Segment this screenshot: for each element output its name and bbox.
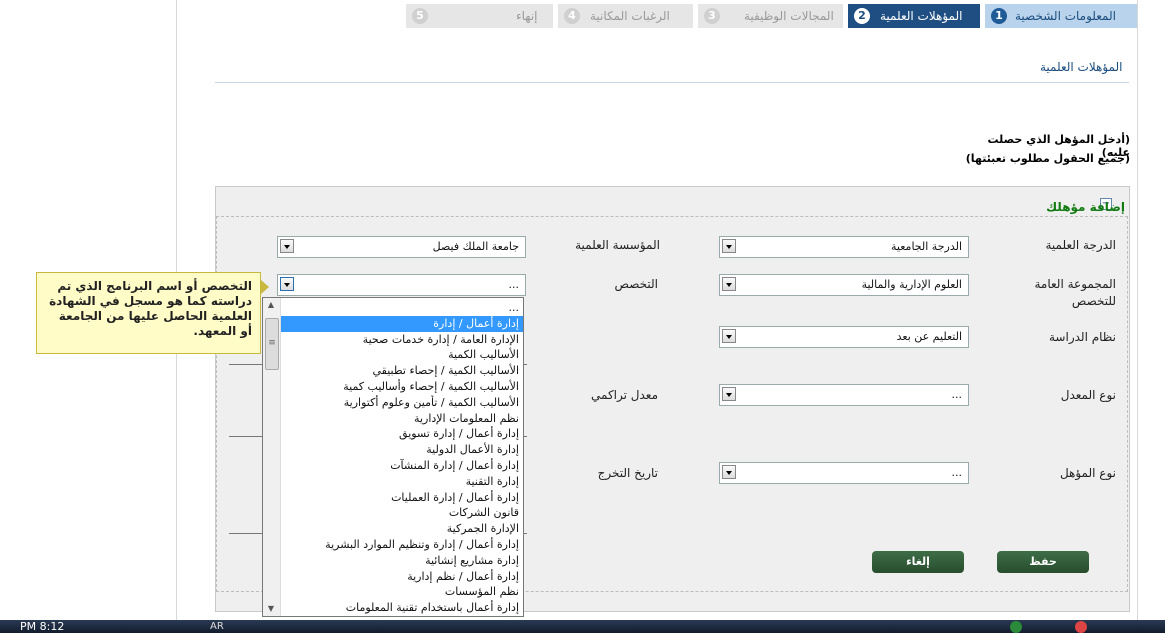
gpa-type-select[interactable]: ... (719, 384, 969, 406)
step-number: 5 (412, 8, 428, 24)
qualification-type-select[interactable]: ... (719, 462, 969, 484)
step-label: إنهاء (516, 9, 538, 23)
graduation-date-label: تاريخ التخرج (597, 466, 658, 480)
institution-select[interactable]: جامعة الملك فيصل (277, 236, 526, 258)
institution-label: المؤسسة العلمية (575, 238, 660, 252)
qualification-type-value: ... (951, 466, 963, 479)
dropdown-option[interactable]: ... (281, 300, 523, 316)
step-label: المؤهلات العلمية (880, 9, 963, 23)
dropdown-option[interactable]: إدارة أعمال / إدارة العمليات (281, 490, 523, 506)
step-number: 4 (564, 8, 580, 24)
degree-label: الدرجة العلمية (1045, 238, 1117, 252)
dropdown-option[interactable]: إدارة أعمال / إدارة (281, 315, 523, 332)
dropdown-option[interactable]: إدارة التقنية (281, 474, 523, 490)
step-number: 3 (704, 8, 720, 24)
dropdown-option[interactable]: الأساليب الكمية / إحصاء وأساليب كمية (281, 379, 523, 395)
specialization-select[interactable]: ... (277, 274, 526, 296)
gpa-label: معدل تراكمي (591, 388, 658, 402)
dropdown-option[interactable]: نظم المؤسسات (281, 584, 523, 600)
dropdown-option[interactable]: قانون الشركات (281, 505, 523, 521)
dropdown-option[interactable]: إدارة أعمال باستخدام تقنية المعلومات (281, 600, 523, 616)
dropdown-option[interactable]: الإدارة الجمركية (281, 521, 523, 537)
specialization-tooltip: التخصص أو اسم البرنامج الذي تم دراسته كم… (36, 272, 261, 354)
specialization-dropdown-list[interactable]: ▲ ≡ ▼ ... إدارة أعمال / إدارة الإدارة العا… (262, 297, 524, 617)
browser-icon[interactable] (1075, 621, 1087, 633)
institution-value: جامعة الملك فيصل (432, 240, 519, 253)
hint-all-required: (جميع الحقول مطلوب تعبئتها) (965, 152, 1130, 165)
dropdown-option[interactable]: إدارة أعمال / إدارة المنشآت (281, 458, 523, 474)
cancel-button[interactable]: إلغاء (872, 551, 964, 573)
dropdown-option[interactable]: إدارة الأعمال الدولية (281, 442, 523, 458)
scroll-thumb[interactable]: ≡ (265, 318, 279, 370)
dropdown-option[interactable]: إدارة أعمال / نظم إدارية (281, 569, 523, 585)
specialization-label: التخصص (614, 277, 658, 291)
gpa-type-label: نوع المعدل (1060, 388, 1116, 402)
step-number: 1 (991, 8, 1007, 24)
step-personal-info[interactable]: 1 المعلومات الشخصية (985, 4, 1137, 28)
step-job-fields[interactable]: 3 المجالات الوظيفية (698, 4, 843, 28)
save-button[interactable]: حفظ (997, 551, 1089, 573)
chevron-down-icon[interactable] (722, 239, 736, 253)
wizard-steps: 1 المعلومات الشخصية 2 المؤهلات العلمية 3… (400, 4, 1140, 28)
study-system-label: نظام الدراسة (1049, 330, 1116, 344)
taskbar: PM 8:12 AR (0, 620, 1165, 633)
tooltip-pointer (261, 280, 269, 294)
step-number: 2 (854, 8, 870, 24)
app-icon[interactable] (1010, 621, 1022, 633)
chevron-down-icon[interactable] (722, 465, 736, 479)
study-system-value: التعليم عن بعد (896, 330, 962, 343)
scroll-up-icon[interactable]: ▲ (265, 300, 277, 310)
general-group-select[interactable]: العلوم الإدارية والمالية (719, 274, 969, 296)
chevron-down-icon[interactable] (722, 277, 736, 291)
dropdown-option[interactable]: إدارة مشاريع إنشائية (281, 553, 523, 569)
dropdown-option[interactable]: إدارة أعمال / إدارة وتنظيم الموارد البشر… (281, 537, 523, 553)
dropdown-scrollbar[interactable]: ▲ ≡ ▼ (263, 298, 281, 616)
general-group-label: المجموعة العامة للتخصص (1034, 277, 1116, 308)
step-label: المعلومات الشخصية (1015, 9, 1116, 23)
dropdown-option[interactable]: الإدارة العامة / إدارة خدمات صحية (281, 332, 523, 348)
dropdown-option[interactable]: نظم المعلومات الإدارية (281, 411, 523, 427)
degree-value: الدرجة الجامعية (891, 240, 962, 253)
taskbar-clock: PM 8:12 (20, 620, 65, 633)
right-border (1137, 0, 1138, 620)
chevron-down-icon[interactable] (722, 329, 736, 343)
step-label: الرغبات المكانية (590, 9, 670, 23)
step-qualifications[interactable]: 2 المؤهلات العلمية (848, 4, 980, 28)
general-group-value: العلوم الإدارية والمالية (861, 278, 962, 291)
dropdown-option[interactable]: الأساليب الكمية (281, 347, 523, 363)
chevron-down-icon[interactable] (722, 387, 736, 401)
scroll-down-icon[interactable]: ▼ (265, 604, 277, 614)
dropdown-option[interactable]: الأساليب الكمية / تأمين وعلوم أكتوارية (281, 395, 523, 411)
dropdown-option[interactable]: إدارة أعمال / إدارة تسويق (281, 426, 523, 442)
chevron-down-icon[interactable] (280, 277, 294, 291)
step-label: المجالات الوظيفية (744, 9, 834, 23)
section-title: المؤهلات العلمية (1040, 60, 1123, 74)
panel-title: إضافة مؤهلك (1046, 200, 1125, 214)
language-indicator[interactable]: AR (210, 620, 224, 633)
specialization-value: ... (508, 278, 520, 291)
gpa-type-value: ... (951, 388, 963, 401)
degree-select[interactable]: الدرجة الجامعية (719, 236, 969, 258)
step-finish[interactable]: 5 إنهاء (406, 4, 553, 28)
dropdown-option[interactable]: الأساليب الكمية / إحصاء تطبيقي (281, 363, 523, 379)
step-location-preferences[interactable]: 4 الرغبات المكانية (558, 4, 693, 28)
qualification-type-label: نوع المؤهل (1059, 466, 1116, 480)
chevron-down-icon[interactable] (280, 239, 294, 253)
study-system-select[interactable]: التعليم عن بعد (719, 326, 969, 348)
section-divider (215, 82, 1129, 83)
